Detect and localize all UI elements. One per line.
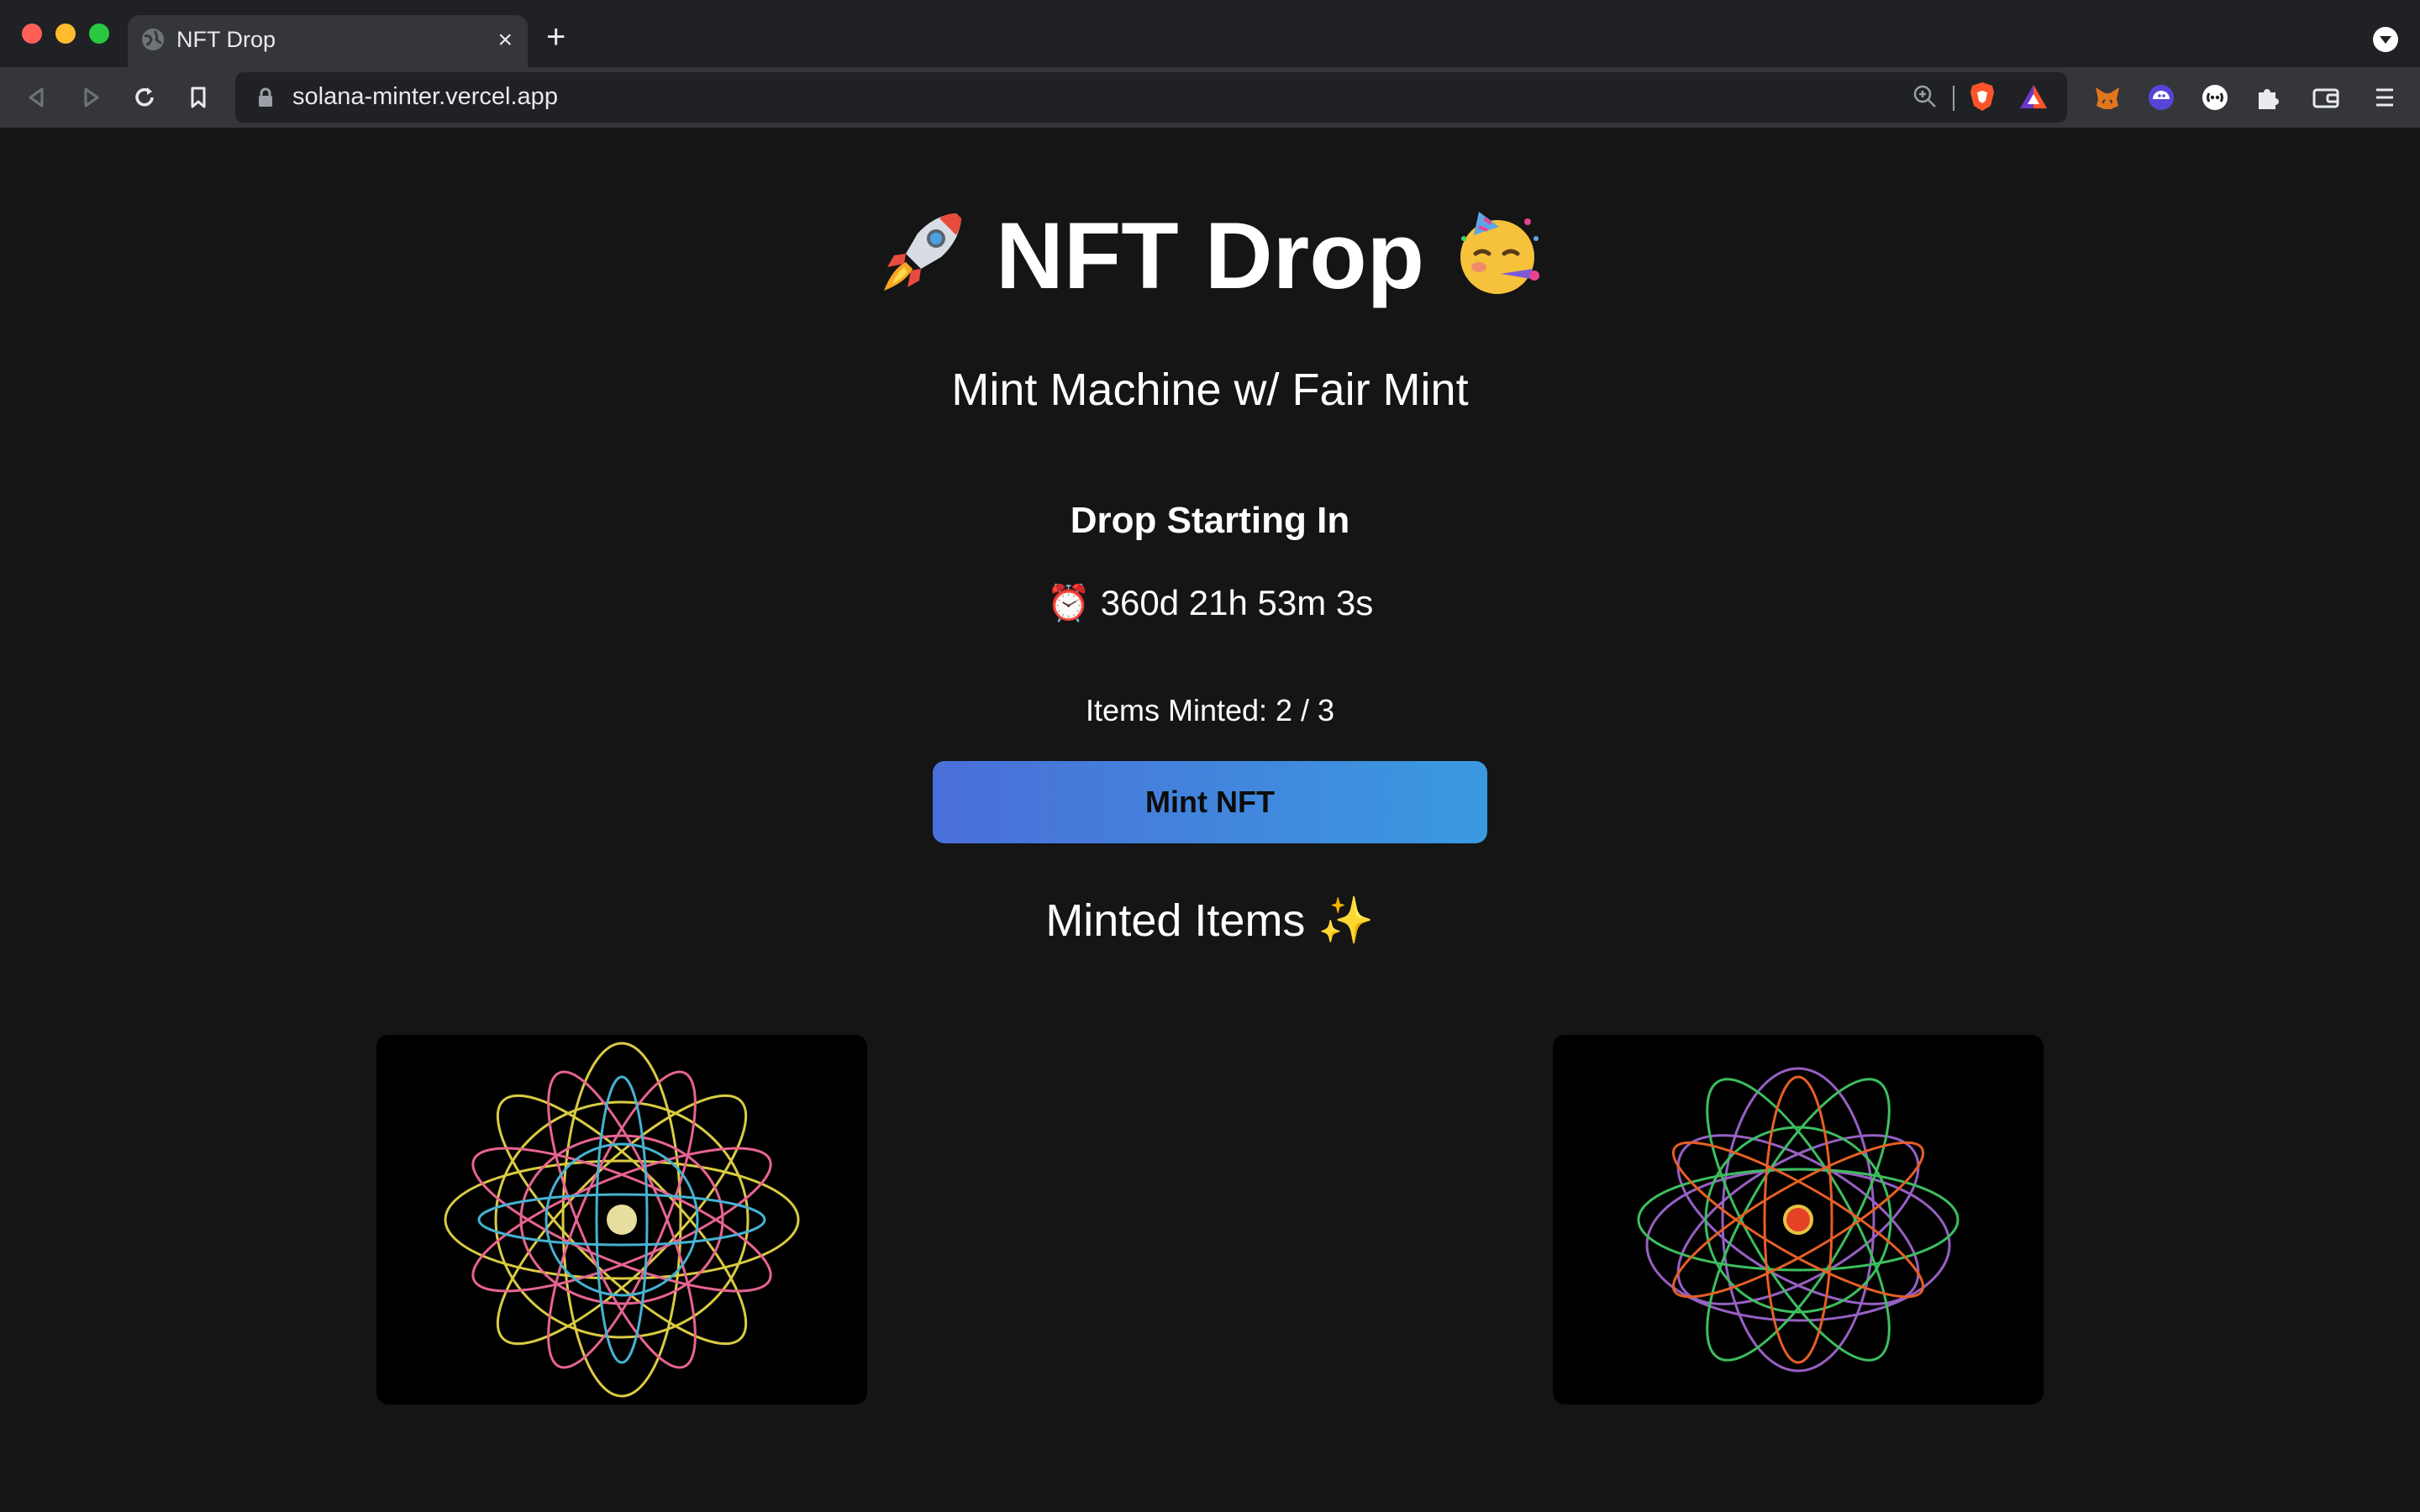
nft-item-card[interactable] bbox=[376, 1035, 867, 1404]
close-window-button[interactable] bbox=[22, 24, 42, 44]
reload-icon[interactable] bbox=[129, 82, 160, 113]
page-title: NFT Drop bbox=[0, 202, 2420, 322]
minimize-window-button[interactable] bbox=[55, 24, 76, 44]
browser-tab[interactable]: NFT Drop × bbox=[128, 15, 528, 67]
items-minted-count: Items Minted: 2 / 3 bbox=[1085, 693, 1335, 727]
alarm-clock-icon: ⏰ bbox=[1046, 583, 1092, 622]
close-tab-icon[interactable]: × bbox=[497, 28, 513, 53]
rocket-icon bbox=[876, 205, 970, 322]
phantom-icon[interactable] bbox=[2146, 82, 2176, 113]
brave-rewards-icon[interactable] bbox=[2018, 82, 2049, 111]
address-bar[interactable]: solana-minter.vercel.app bbox=[235, 72, 2067, 123]
forward-icon[interactable] bbox=[76, 82, 106, 113]
bookmark-icon[interactable] bbox=[183, 82, 213, 113]
back-icon[interactable] bbox=[22, 82, 52, 113]
address-bar-divider bbox=[1953, 86, 1954, 111]
nft-item-card[interactable] bbox=[1553, 1035, 2044, 1404]
puzzle-icon[interactable] bbox=[2254, 82, 2284, 113]
menu-icon[interactable] bbox=[2370, 82, 2400, 113]
zoom-icon[interactable] bbox=[1911, 82, 1939, 111]
tab-title: NFT Drop bbox=[176, 27, 276, 52]
drop-starting-label: Drop Starting In bbox=[1070, 500, 1350, 541]
globe-icon bbox=[142, 29, 164, 50]
page-title-text: NFT Drop bbox=[995, 203, 1425, 308]
wallet-icon[interactable] bbox=[2311, 82, 2341, 113]
countdown-value: 360d 21h 53m 3s bbox=[1100, 583, 1374, 622]
nft-artwork-image bbox=[444, 1042, 800, 1398]
metamask-icon[interactable] bbox=[2092, 82, 2123, 113]
url-text: solana-minter.vercel.app bbox=[292, 83, 558, 110]
subtitle: Mint Machine w/ Fair Mint bbox=[951, 365, 1469, 415]
page-content: NFT Drop Mint Machine w/ Fair Mint Drop … bbox=[0, 128, 2420, 1512]
lock-icon bbox=[259, 87, 272, 107]
brave-shield-icon[interactable] bbox=[1968, 81, 1996, 113]
countdown-timer: ⏰ 360d 21h 53m 3s bbox=[0, 581, 2420, 625]
minted-items-title: Minted Items ✨ bbox=[1045, 895, 1375, 946]
new-tab-button[interactable]: + bbox=[546, 20, 566, 54]
browser-toolbar: solana-minter.vercel.app bbox=[0, 67, 2420, 128]
party-face-icon bbox=[1450, 205, 1544, 322]
extension-icon[interactable] bbox=[2200, 82, 2230, 113]
mint-nft-button[interactable]: Mint NFT bbox=[933, 761, 1487, 843]
maximize-window-button[interactable] bbox=[89, 24, 109, 44]
nft-artwork-image bbox=[1637, 1067, 1960, 1373]
tab-bar: NFT Drop × + bbox=[0, 0, 2420, 67]
tab-search-icon[interactable] bbox=[2373, 27, 2398, 52]
